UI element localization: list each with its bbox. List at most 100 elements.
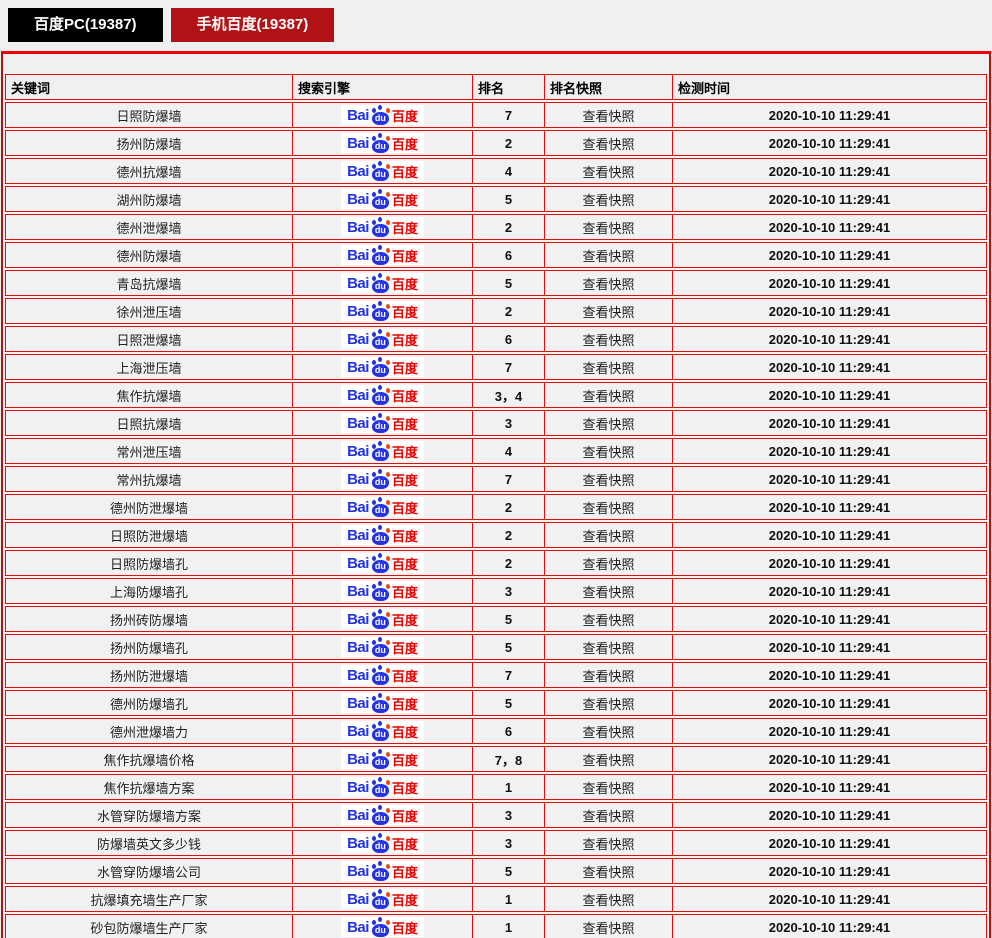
rank-cell: 4: [473, 439, 545, 463]
rank-value: 7: [505, 668, 512, 683]
engine-cell: Bai du 百度: [293, 411, 473, 435]
time-cell: 2020-10-10 11:29:41: [673, 187, 986, 211]
baidu-paw-icon: du: [370, 217, 391, 237]
view-snapshot-link[interactable]: 查看快照: [582, 386, 634, 405]
baidu-logo-bai-text: Bai: [347, 555, 369, 572]
table-row: 德州防爆墙孔 Bai du 百度 5 查看快照 2020-10-10 11:29…: [5, 690, 987, 716]
header-engine: 搜索引擎: [293, 75, 473, 99]
rank-cell: 7: [473, 663, 545, 687]
keyword-cell: 湖州防爆墙: [6, 187, 293, 211]
baidu-logo-icon: Bai du 百度: [341, 637, 424, 657]
baidu-logo-icon: Bai du 百度: [341, 105, 424, 125]
view-snapshot-link[interactable]: 查看快照: [582, 806, 634, 825]
engine-cell: Bai du 百度: [293, 215, 473, 239]
view-snapshot-link[interactable]: 查看快照: [582, 582, 634, 601]
baidu-logo-icon: Bai du 百度: [341, 609, 424, 629]
rank-cell: 7: [473, 355, 545, 379]
time-cell: 2020-10-10 11:29:41: [673, 467, 986, 491]
view-snapshot-link[interactable]: 查看快照: [582, 190, 634, 209]
table-row: 常州抗爆墙 Bai du 百度 7 查看快照 2020-10-10 11:29:…: [5, 466, 987, 492]
keyword-cell: 上海泄压墙: [6, 355, 293, 379]
keyword-text: 焦作抗爆墙: [116, 386, 181, 405]
engine-cell: Bai du 百度: [293, 579, 473, 603]
table-row: 日照防爆墙孔 Bai du 百度 2 查看快照 2020-10-10 11:29…: [5, 550, 987, 576]
table-row: 水管穿防爆墙公司 Bai du 百度 5 查看快照 2020-10-10 11:…: [5, 858, 987, 884]
baidu-logo-du-text: du: [372, 448, 389, 461]
engine-cell: Bai du 百度: [293, 859, 473, 883]
view-snapshot-link[interactable]: 查看快照: [582, 890, 634, 909]
rank-cell: 5: [473, 271, 545, 295]
baidu-logo-icon: Bai du 百度: [341, 833, 424, 853]
view-snapshot-link[interactable]: 查看快照: [582, 666, 634, 685]
baidu-paw-icon: du: [370, 749, 391, 769]
baidu-logo-bai-text: Bai: [347, 107, 369, 124]
baidu-logo-du-text: du: [372, 868, 389, 881]
view-snapshot-link[interactable]: 查看快照: [582, 694, 634, 713]
view-snapshot-link[interactable]: 查看快照: [582, 106, 634, 125]
baidu-logo-cn-text: 百度: [392, 666, 418, 685]
keyword-text: 德州防泄爆墙: [110, 498, 188, 517]
baidu-logo-du-text: du: [372, 196, 389, 209]
check-time-value: 2020-10-10 11:29:41: [769, 416, 890, 431]
baidu-logo-cn-text: 百度: [392, 190, 418, 209]
view-snapshot-link[interactable]: 查看快照: [582, 274, 634, 293]
view-snapshot-link[interactable]: 查看快照: [582, 302, 634, 321]
baidu-logo-cn-text: 百度: [392, 638, 418, 657]
view-snapshot-link[interactable]: 查看快照: [582, 918, 634, 937]
view-snapshot-link[interactable]: 查看快照: [582, 162, 634, 181]
snapshot-cell: 查看快照: [545, 803, 673, 827]
rank-value: 6: [505, 248, 512, 263]
baidu-logo-bai-text: Bai: [347, 303, 369, 320]
table-row: 砂包防爆墙生产厂家 Bai du 百度 1 查看快照 2020-10-10 11…: [5, 914, 987, 938]
baidu-logo-du-text: du: [372, 504, 389, 517]
snapshot-cell: 查看快照: [545, 551, 673, 575]
baidu-logo-cn-text: 百度: [392, 106, 418, 125]
view-snapshot-link[interactable]: 查看快照: [582, 470, 634, 489]
view-snapshot-link[interactable]: 查看快照: [582, 750, 634, 769]
baidu-logo-icon: Bai du 百度: [341, 861, 424, 881]
keyword-text: 德州防爆墙: [116, 246, 181, 265]
engine-cell: Bai du 百度: [293, 551, 473, 575]
rank-value: 4: [505, 164, 512, 179]
check-time-value: 2020-10-10 11:29:41: [769, 892, 890, 907]
view-snapshot-link[interactable]: 查看快照: [582, 862, 634, 881]
view-snapshot-link[interactable]: 查看快照: [582, 498, 634, 517]
tab-baidu-mobile[interactable]: 手机百度(19387): [171, 8, 335, 42]
view-snapshot-link[interactable]: 查看快照: [582, 638, 634, 657]
view-snapshot-link[interactable]: 查看快照: [582, 610, 634, 629]
time-cell: 2020-10-10 11:29:41: [673, 299, 986, 323]
time-cell: 2020-10-10 11:29:41: [673, 859, 986, 883]
time-cell: 2020-10-10 11:29:41: [673, 579, 986, 603]
tab-baidu-pc[interactable]: 百度PC(19387): [8, 8, 163, 42]
rank-cell: 5: [473, 635, 545, 659]
baidu-paw-icon: du: [370, 301, 391, 321]
baidu-logo-icon: Bai du 百度: [341, 385, 424, 405]
snapshot-cell: 查看快照: [545, 439, 673, 463]
baidu-logo-cn-text: 百度: [392, 386, 418, 405]
baidu-logo-icon: Bai du 百度: [341, 441, 424, 461]
rank-value: 1: [505, 892, 512, 907]
view-snapshot-link[interactable]: 查看快照: [582, 414, 634, 433]
rank-cell: 1: [473, 887, 545, 911]
check-time-value: 2020-10-10 11:29:41: [769, 752, 890, 767]
view-snapshot-link[interactable]: 查看快照: [582, 778, 634, 797]
baidu-paw-icon: du: [370, 917, 391, 937]
view-snapshot-link[interactable]: 查看快照: [582, 358, 634, 377]
view-snapshot-link[interactable]: 查看快照: [582, 218, 634, 237]
engine-cell: Bai du 百度: [293, 719, 473, 743]
rank-cell: 6: [473, 719, 545, 743]
baidu-logo-cn-text: 百度: [392, 330, 418, 349]
rank-cell: 2: [473, 131, 545, 155]
baidu-logo-bai-text: Bai: [347, 443, 369, 460]
keyword-cell: 常州抗爆墙: [6, 467, 293, 491]
view-snapshot-link[interactable]: 查看快照: [582, 526, 634, 545]
view-snapshot-link[interactable]: 查看快照: [582, 834, 634, 853]
baidu-logo-du-text: du: [372, 140, 389, 153]
view-snapshot-link[interactable]: 查看快照: [582, 722, 634, 741]
view-snapshot-link[interactable]: 查看快照: [582, 442, 634, 461]
view-snapshot-link[interactable]: 查看快照: [582, 134, 634, 153]
view-snapshot-link[interactable]: 查看快照: [582, 330, 634, 349]
view-snapshot-link[interactable]: 查看快照: [582, 246, 634, 265]
view-snapshot-link[interactable]: 查看快照: [582, 554, 634, 573]
snapshot-cell: 查看快照: [545, 495, 673, 519]
